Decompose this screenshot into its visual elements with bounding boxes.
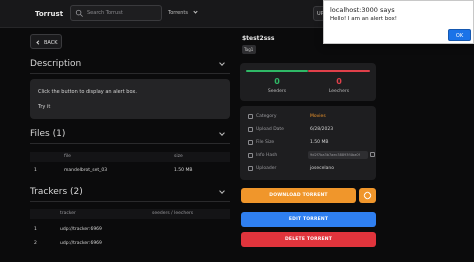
files-section-header[interactable]: Files (1) <box>30 129 230 141</box>
file-size: 1.50 MB <box>174 168 193 173</box>
description-text: Click the button to display an alert box… <box>38 89 137 95</box>
tag-icon <box>248 114 253 119</box>
uploader-link[interactable]: josecelano <box>310 166 334 171</box>
info-row-file-size: File Size 1.50 MB <box>248 137 374 149</box>
chevron-down-icon[interactable] <box>219 188 225 194</box>
info-row-info-hash: Info Hash 9d2f7ba3b7aec38893f4ba0f <box>248 150 375 162</box>
torrent-title: $test2sss <box>242 35 275 42</box>
torrent-info-card: Category Movies Upload Date 6/28/2023 Fi… <box>240 106 376 180</box>
alert-ok-button[interactable]: OK <box>448 29 471 41</box>
leechers-bar <box>308 70 370 72</box>
description-title: Description <box>30 59 82 69</box>
user-icon <box>248 166 253 171</box>
info-key: Uploader <box>256 166 277 171</box>
nav-torrents-label: Torrents <box>168 10 188 16</box>
seeders-label: Seeders <box>267 89 287 94</box>
download-torrent-button[interactable]: DOWNLOAD TORRENT <box>241 188 356 203</box>
chevron-down-icon[interactable] <box>219 60 225 66</box>
chevron-down-icon <box>193 9 198 14</box>
info-hash-field[interactable]: 9d2f7ba3b7aec38893f4ba0f <box>308 151 368 159</box>
peers-stats-card: 0 Seeders 0 Leechers <box>240 63 376 101</box>
info-key: Category <box>256 114 277 119</box>
edit-torrent-label: EDIT TORRENT <box>288 216 329 222</box>
link-icon <box>362 190 373 201</box>
files-title: Files (1) <box>30 129 66 139</box>
divider <box>30 201 230 202</box>
alert-ok-label: OK <box>455 32 464 39</box>
alert-message: Hello! I am an alert box! <box>330 16 397 22</box>
leechers-count: 0 <box>336 77 342 86</box>
info-key: File Size <box>256 140 275 145</box>
download-torrent-label: DOWNLOAD TORRENT <box>269 192 328 198</box>
delete-torrent-label: DELETE TORRENT <box>285 236 332 242</box>
alert-dialog: localhost:3000 says Hello! I am an alert… <box>323 0 474 44</box>
tracker-index: 2 <box>34 241 37 246</box>
trackers-title: Trackers (2) <box>30 187 83 197</box>
tracker-url: udp://tracker:6969 <box>60 241 102 246</box>
back-button[interactable]: BACK <box>30 34 62 49</box>
table-row: 1 udp://tracker:6969 <box>30 224 230 236</box>
table-row: 1 mandelbrot_set_03 1.50 MB <box>30 164 230 178</box>
seeders-bar <box>246 70 308 72</box>
files-col-file: file <box>64 154 71 159</box>
edit-torrent-button[interactable]: EDIT TORRENT <box>241 212 376 227</box>
file-icon <box>248 140 253 145</box>
info-value: 6/28/2023 <box>310 127 334 132</box>
alert-title: localhost:3000 says <box>330 6 395 14</box>
search-placeholder: Search Torrust <box>87 10 123 16</box>
file-name: mandelbrot_set_03 <box>64 168 108 173</box>
copy-icon[interactable] <box>370 152 375 157</box>
info-key: Info Hash <box>256 153 278 158</box>
tracker-url: udp://tracker:6969 <box>60 227 102 232</box>
info-value: 1.50 MB <box>310 140 329 145</box>
leechers-label: Leechers <box>328 89 350 94</box>
tag-label: Tag1 <box>244 47 254 52</box>
magnet-link-button[interactable] <box>359 188 376 203</box>
file-index: 1 <box>34 168 37 173</box>
brand-logo[interactable]: Torrust <box>35 10 63 18</box>
trackers-table-header: tracker seeders / leechers <box>30 209 230 219</box>
info-hash-value: 9d2f7ba3b7aec38893f4ba0f <box>310 152 360 157</box>
nav-torrents-dropdown[interactable]: Torrents <box>168 9 198 16</box>
description-content: Click the button to display an alert box… <box>30 79 230 119</box>
divider <box>30 143 230 144</box>
delete-torrent-button[interactable]: DELETE TORRENT <box>241 232 376 247</box>
info-row-category: Category Movies <box>248 111 374 123</box>
category-link[interactable]: Movies <box>310 114 326 119</box>
hash-icon <box>248 153 253 158</box>
seeders-count: 0 <box>274 77 280 86</box>
tracker-index: 1 <box>34 227 37 232</box>
chevron-down-icon[interactable] <box>219 130 225 136</box>
tag-badge[interactable]: Tag1 <box>242 45 256 54</box>
calendar-icon <box>248 127 253 132</box>
info-key: Upload Date <box>256 127 284 132</box>
trackers-section-header[interactable]: Trackers (2) <box>30 187 230 199</box>
table-row: 2 udp://tracker:6969 <box>30 238 230 250</box>
info-row-uploader: Uploader josecelano <box>248 163 374 175</box>
description-section-header[interactable]: Description <box>30 59 230 71</box>
files-table-header: file size <box>30 152 230 162</box>
info-row-upload-date: Upload Date 6/28/2023 <box>248 124 374 136</box>
chevron-left-icon <box>36 40 41 45</box>
back-label: BACK <box>44 39 58 46</box>
divider <box>30 73 230 74</box>
trackers-col-tracker: tracker <box>60 211 76 216</box>
search-icon <box>75 9 83 17</box>
search-input[interactable]: Search Torrust <box>70 5 162 21</box>
trackers-col-peers: seeders / leechers <box>152 211 194 216</box>
description-try-it[interactable]: Try it <box>38 104 50 110</box>
files-col-size: size <box>174 154 183 159</box>
